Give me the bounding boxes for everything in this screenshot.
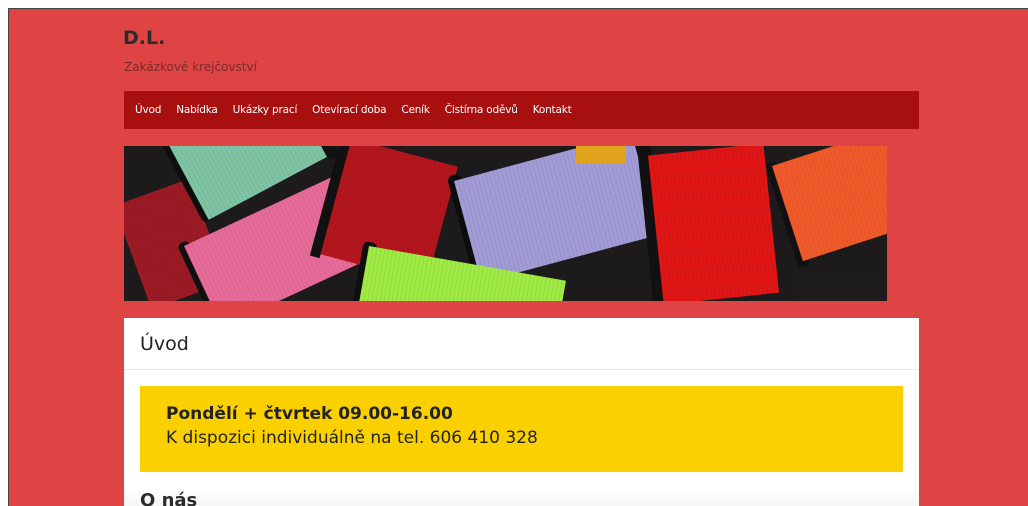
nav-item-cenik[interactable]: Ceník (401, 104, 430, 116)
content-fade (124, 486, 919, 506)
page-background: D.L. Zakázkové krejčovství Úvod Nabídka … (8, 8, 1028, 506)
opening-hours-notice: Pondělí + čtvrtek 09.00-16.00 K dispozic… (140, 386, 903, 472)
main-navigation: Úvod Nabídka Ukázky prací Otevírací doba… (124, 91, 919, 129)
nav-item-ukazky-praci[interactable]: Ukázky prací (233, 104, 298, 116)
contact-phone-text: K dispozici individuálně na tel. 606 410… (166, 428, 538, 448)
divider (124, 369, 919, 370)
header-banner-image (124, 146, 887, 301)
opening-hours-text: Pondělí + čtvrtek 09.00-16.00 (166, 404, 453, 424)
nav-item-cistirna-odevu[interactable]: Čistírna oděvů (445, 104, 518, 116)
site-description: Zakázkové krejčovství (124, 60, 257, 74)
content-area: Úvod Pondělí + čtvrtek 09.00-16.00 K dis… (124, 318, 919, 506)
page-title: Úvod (140, 333, 189, 355)
site-title[interactable]: D.L. (123, 27, 165, 49)
nav-item-oteviraci-doba[interactable]: Otevírací doba (312, 104, 386, 116)
nav-item-nabidka[interactable]: Nabídka (176, 104, 218, 116)
thread-spools-image (124, 146, 887, 301)
section-heading-about: O nás (140, 490, 198, 506)
nav-item-uvod[interactable]: Úvod (135, 104, 161, 116)
nav-item-kontakt[interactable]: Kontakt (533, 104, 572, 116)
